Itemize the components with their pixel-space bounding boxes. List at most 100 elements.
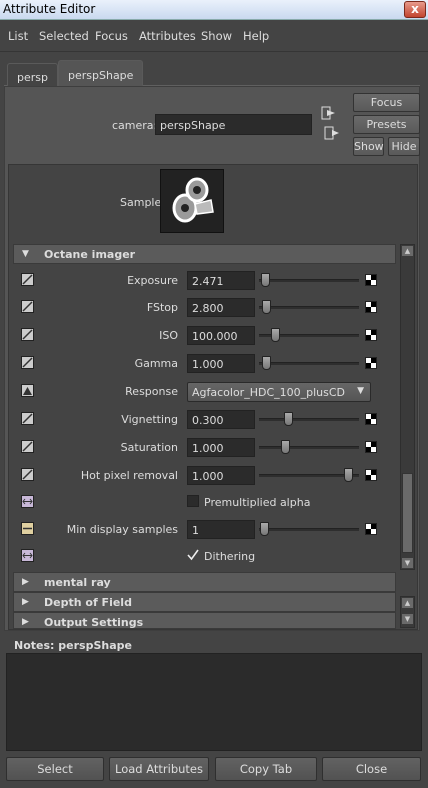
menu-bar: List Selected Focus Attributes Show Help [0, 20, 428, 52]
map-texture-icon[interactable] [365, 523, 377, 535]
scroll-down-icon[interactable]: ▼ [402, 558, 413, 568]
slider-knob[interactable] [284, 412, 294, 426]
input-connection-icon[interactable] [321, 106, 337, 120]
hide-button[interactable]: Hide [388, 137, 420, 156]
map-texture-icon[interactable] [365, 357, 377, 369]
section-mental-ray[interactable]: ▶ mental ray [13, 572, 396, 592]
dithering-checkbox[interactable] [187, 549, 199, 561]
slider-knob[interactable] [343, 468, 353, 482]
graph-icon[interactable] [21, 328, 34, 341]
saturation-slider[interactable] [259, 440, 359, 454]
section-octane-imager[interactable]: ▼ Octane imager [13, 244, 396, 264]
map-texture-icon[interactable] [365, 413, 377, 425]
presets-button[interactable]: Presets [353, 115, 420, 134]
output-connection-icon[interactable] [324, 126, 340, 140]
menu-attributes[interactable]: Attributes [139, 29, 196, 43]
map-texture-icon[interactable] [365, 441, 377, 453]
close-window-button[interactable]: x [404, 1, 426, 18]
link-arrows-icon[interactable] [21, 495, 34, 508]
slider-knob[interactable] [259, 522, 269, 536]
section-output-settings[interactable]: ▶ Output Settings [13, 612, 396, 629]
gamma-label: Gamma [134, 357, 178, 370]
gamma-slider[interactable] [259, 356, 359, 370]
node-tabs: persp perspShape [4, 60, 420, 87]
graph-icon[interactable] [21, 440, 34, 453]
menu-list[interactable]: List [8, 29, 28, 43]
menu-help[interactable]: Help [243, 29, 269, 43]
hot-pixel-removal-field[interactable]: 1.000 [187, 466, 255, 485]
triangle-icon[interactable] [21, 384, 34, 397]
copy-tab-button[interactable]: Copy Tab [215, 757, 317, 781]
response-dropdown[interactable]: Agfacolor_HDC_100_plusCD ▼ [187, 382, 371, 402]
exposure-label: Exposure [127, 274, 178, 287]
slider-knob[interactable] [260, 273, 270, 287]
notes-label: Notes: perspShape [14, 639, 132, 652]
select-button[interactable]: Select [6, 757, 104, 781]
map-texture-icon[interactable] [365, 469, 377, 481]
graph-icon[interactable] [21, 356, 34, 369]
link-arrows-icon[interactable] [21, 549, 34, 562]
iso-field[interactable]: 100.000 [187, 326, 255, 345]
dithering-label: Dithering [204, 550, 256, 563]
checkmark-icon [187, 549, 199, 561]
vignetting-slider[interactable] [259, 412, 359, 426]
fstop-label: FStop [146, 301, 178, 314]
slider-knob[interactable] [280, 440, 290, 454]
min-display-samples-slider[interactable] [259, 522, 359, 536]
expand-arrow-icon: ▶ [22, 597, 29, 607]
tab-persp[interactable]: persp [7, 63, 58, 87]
map-texture-icon[interactable] [365, 301, 377, 313]
response-label: Response [125, 385, 178, 398]
menu-show[interactable]: Show [201, 29, 232, 43]
integer-icon[interactable] [21, 522, 34, 535]
hot-pixel-removal-slider[interactable] [259, 468, 359, 482]
premultiplied-alpha-checkbox[interactable] [187, 495, 199, 507]
outer-scrollbar[interactable]: ▲ ▼ [400, 596, 415, 628]
menu-focus[interactable]: Focus [95, 29, 128, 43]
focus-button[interactable]: Focus [353, 93, 420, 112]
section-title: mental ray [44, 576, 111, 589]
map-texture-icon[interactable] [365, 274, 377, 286]
scroll-up-icon[interactable]: ▲ [402, 246, 413, 256]
graph-icon[interactable] [21, 412, 34, 425]
iso-slider[interactable] [259, 328, 359, 342]
scroll-thumb[interactable] [402, 473, 413, 553]
section-scrollbar[interactable]: ▲ ▼ [400, 244, 415, 570]
exposure-field[interactable]: 2.471 [187, 271, 255, 290]
menu-selected[interactable]: Selected [39, 29, 89, 43]
saturation-label: Saturation [120, 441, 178, 454]
slider-knob[interactable] [261, 300, 271, 314]
close-button[interactable]: Close [322, 757, 421, 781]
response-value: Agfacolor_HDC_100_plusCD [192, 386, 346, 399]
gamma-field[interactable]: 1.000 [187, 354, 255, 373]
load-attributes-button[interactable]: Load Attributes [109, 757, 209, 781]
exposure-slider[interactable] [259, 273, 359, 287]
section-title: Octane imager [44, 248, 136, 261]
vignetting-label: Vignetting [121, 413, 178, 426]
hot-pixel-removal-label: Hot pixel removal [80, 469, 178, 482]
graph-icon[interactable] [21, 273, 34, 286]
attr-row-min-display-samples: Min display samples 1 [15, 516, 398, 542]
vignetting-field[interactable]: 0.300 [187, 410, 255, 429]
notes-textarea[interactable] [6, 653, 422, 751]
attr-row-iso: ISO 100.000 [15, 322, 398, 348]
graph-icon[interactable] [21, 300, 34, 313]
slider-knob[interactable] [270, 328, 280, 342]
fstop-slider[interactable] [259, 300, 359, 314]
map-texture-icon[interactable] [365, 329, 377, 341]
fstop-field[interactable]: 2.800 [187, 298, 255, 317]
section-depth-of-field[interactable]: ▶ Depth of Field [13, 592, 396, 612]
graph-icon[interactable] [21, 468, 34, 481]
saturation-field[interactable]: 1.000 [187, 438, 255, 457]
attr-row-premultiplied-alpha: Premultiplied alpha [15, 489, 398, 515]
collapse-arrow-icon: ▼ [22, 249, 29, 259]
camera-name-field[interactable]: perspShape [155, 114, 312, 135]
camera-swatch-icon [172, 177, 214, 223]
min-display-samples-field[interactable]: 1 [187, 520, 255, 539]
scroll-down-icon[interactable]: ▼ [402, 614, 413, 624]
show-button[interactable]: Show [353, 137, 384, 156]
section-title: Output Settings [44, 616, 144, 629]
scroll-up-icon[interactable]: ▲ [402, 598, 413, 608]
tab-perspshape[interactable]: perspShape [58, 60, 144, 86]
slider-knob[interactable] [261, 356, 271, 370]
